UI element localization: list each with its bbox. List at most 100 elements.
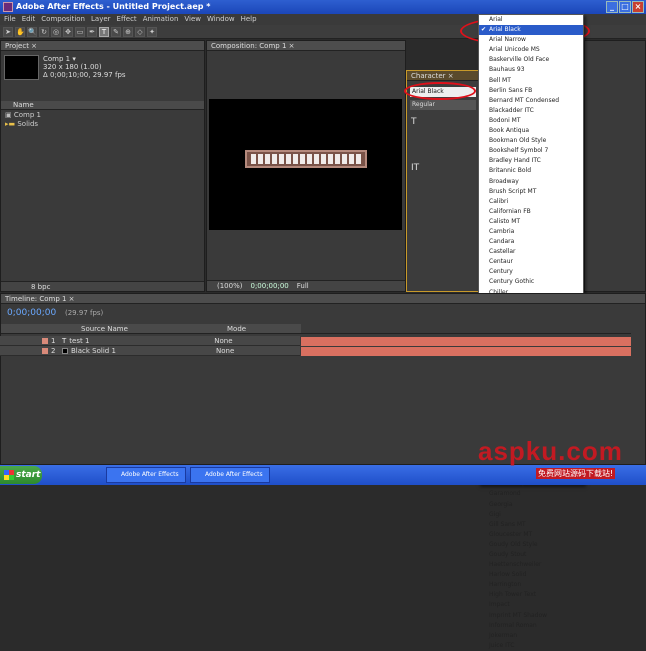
font-list-item[interactable]: Arial — [479, 15, 583, 25]
font-list-item[interactable]: Gill Sans MT — [479, 520, 583, 530]
font-list-item[interactable]: Gigi — [479, 510, 583, 520]
time-ruler[interactable] — [301, 314, 631, 334]
menu-item[interactable]: Edit — [22, 14, 36, 25]
brush-tool-icon[interactable]: ✎ — [111, 26, 121, 37]
font-list-item[interactable]: Baskerville Old Face — [479, 55, 583, 65]
menu-item[interactable]: Effect — [117, 14, 137, 25]
rotate-tool-icon[interactable]: ↻ — [39, 26, 49, 37]
font-list-item[interactable]: Bernard MT Condensed — [479, 96, 583, 106]
project-item[interactable]: ▣ Comp 1 — [1, 111, 204, 120]
font-list-item-label: Gigi — [489, 510, 501, 518]
font-list-item[interactable]: Brush Script MT — [479, 187, 583, 197]
font-list-item[interactable]: Harlow Solid — [479, 570, 583, 580]
close-icon[interactable]: × — [632, 1, 644, 13]
font-list-item[interactable]: Garamond — [479, 489, 583, 499]
font-list-item[interactable]: Arial Unicode MS — [479, 45, 583, 55]
watermark-logo: aspku.com — [478, 436, 623, 466]
layer-mode[interactable]: None — [216, 347, 234, 355]
menu-item[interactable]: Layer — [91, 14, 111, 25]
hand-tool-icon[interactable]: ✋ — [15, 26, 25, 37]
font-list-item[interactable]: Harrington — [479, 580, 583, 590]
clone-tool-icon[interactable]: ⊕ — [123, 26, 133, 37]
comp-name[interactable]: Comp 1 ▾ — [43, 55, 126, 63]
zoom-tool-icon[interactable]: 🔍 — [27, 26, 37, 37]
font-list-item[interactable]: Arial Narrow — [479, 35, 583, 45]
font-list-item[interactable]: Book Antiqua — [479, 126, 583, 136]
project-item[interactable]: ▸▬ Solids — [1, 120, 204, 129]
resolution-dropdown[interactable]: Full — [297, 282, 309, 290]
puppet-tool-icon[interactable]: ✦ — [147, 26, 157, 37]
start-button[interactable]: start — [0, 466, 42, 484]
mode-column[interactable]: Mode — [227, 324, 246, 334]
font-list-item[interactable]: Californian FB — [479, 207, 583, 217]
timeline-timecode[interactable]: 0;00;00;00 — [7, 308, 56, 318]
font-list-item[interactable]: Haettenschweiler — [479, 560, 583, 570]
taskbar-item[interactable]: Adobe After Effects — [190, 467, 270, 483]
font-list-item[interactable]: Imprint MT Shadow — [479, 611, 583, 621]
text-layer-preview[interactable] — [245, 150, 367, 168]
composition-tab[interactable]: Composition: Comp 1 × — [207, 41, 405, 51]
bpc-label[interactable]: 8 bpc — [31, 283, 50, 291]
font-list-item[interactable]: Gloucester MT — [479, 530, 583, 540]
font-list-item-label: Gloucester MT — [489, 530, 533, 538]
font-list-item[interactable]: Informal Roman — [479, 621, 583, 631]
timeline-tab[interactable]: Timeline: Comp 1 × — [1, 294, 645, 304]
font-list-item[interactable]: Bradley Hand ITC — [479, 156, 583, 166]
font-list-item[interactable]: Cambria — [479, 227, 583, 237]
pan-tool-icon[interactable]: ✥ — [63, 26, 73, 37]
layer-name[interactable]: Black Solid 1 — [71, 347, 151, 355]
timeline-layer-row[interactable]: 1 T test 1 None — [0, 336, 300, 346]
font-list-item[interactable]: Castellar — [479, 247, 583, 257]
name-column-label[interactable]: Name — [1, 101, 34, 109]
menu-item[interactable]: Composition — [41, 14, 85, 25]
layer-bar-1[interactable] — [301, 337, 631, 346]
pen-tool-icon[interactable]: ✒ — [87, 26, 97, 37]
minimize-icon[interactable]: _ — [606, 1, 618, 13]
camera-tool-icon[interactable]: ◎ — [51, 26, 61, 37]
font-list-item[interactable]: Bodoni MT — [479, 116, 583, 126]
project-tab[interactable]: Project × — [1, 41, 204, 51]
timeline-layer-row[interactable]: 2 Black Solid 1 None — [0, 346, 300, 356]
font-list-item[interactable]: Impact — [479, 600, 583, 610]
font-list-item[interactable]: ✔ Arial Black — [479, 25, 583, 36]
font-list-item[interactable]: Calibri — [479, 197, 583, 207]
maximize-icon[interactable]: □ — [619, 1, 631, 13]
character-tab[interactable]: Character × — [407, 71, 479, 81]
font-list-item[interactable]: Georgia — [479, 500, 583, 510]
menu-item[interactable]: Help — [241, 14, 257, 25]
timecode-display[interactable]: 0;00;00;00 — [250, 282, 288, 290]
mask-tool-icon[interactable]: ▭ — [75, 26, 85, 37]
font-list-item[interactable]: Blackadder ITC — [479, 106, 583, 116]
selection-tool-icon[interactable]: ➤ — [3, 26, 13, 37]
font-list-item[interactable]: Candara — [479, 237, 583, 247]
font-list-item[interactable]: Bell MT — [479, 76, 583, 86]
font-list-item[interactable]: Britannic Bold — [479, 166, 583, 176]
font-list-item[interactable]: Bauhaus 93 — [479, 65, 583, 75]
menu-item[interactable]: File — [4, 14, 16, 25]
source-name-column[interactable]: Source Name — [81, 324, 128, 334]
font-list-item[interactable]: Berlin Sans FB — [479, 86, 583, 96]
layer-bar-2[interactable] — [301, 347, 631, 356]
eraser-tool-icon[interactable]: ◇ — [135, 26, 145, 37]
taskbar-item[interactable]: Adobe After Effects — [106, 467, 186, 483]
font-list-item[interactable]: Bookshelf Symbol 7 — [479, 146, 583, 156]
font-list-item[interactable]: Centaur — [479, 257, 583, 267]
font-list-item[interactable]: Century — [479, 267, 583, 277]
font-list-item[interactable]: Century Gothic — [479, 277, 583, 287]
font-list-item[interactable]: Goudy Old Style — [479, 540, 583, 550]
menu-item[interactable]: Window — [207, 14, 235, 25]
font-list-item[interactable]: High Tower Text — [479, 590, 583, 600]
font-list-item[interactable]: Calisto MT — [479, 217, 583, 227]
menu-item[interactable]: View — [184, 14, 201, 25]
font-list-item[interactable]: Broadway — [479, 177, 583, 187]
font-list-item[interactable]: Jokerman — [479, 631, 583, 641]
zoom-dropdown[interactable]: (100%) — [217, 282, 242, 290]
font-list-item[interactable]: Goudy Stout — [479, 550, 583, 560]
layer-name[interactable]: test 1 — [69, 337, 149, 345]
font-style-dropdown[interactable]: Regular — [410, 100, 476, 110]
font-list-item[interactable]: Bookman Old Style — [479, 136, 583, 146]
font-list-item[interactable]: Juice ITC — [479, 641, 583, 651]
layer-mode[interactable]: None — [214, 337, 232, 345]
menu-item[interactable]: Animation — [143, 14, 179, 25]
type-tool-icon[interactable]: T — [99, 26, 109, 37]
